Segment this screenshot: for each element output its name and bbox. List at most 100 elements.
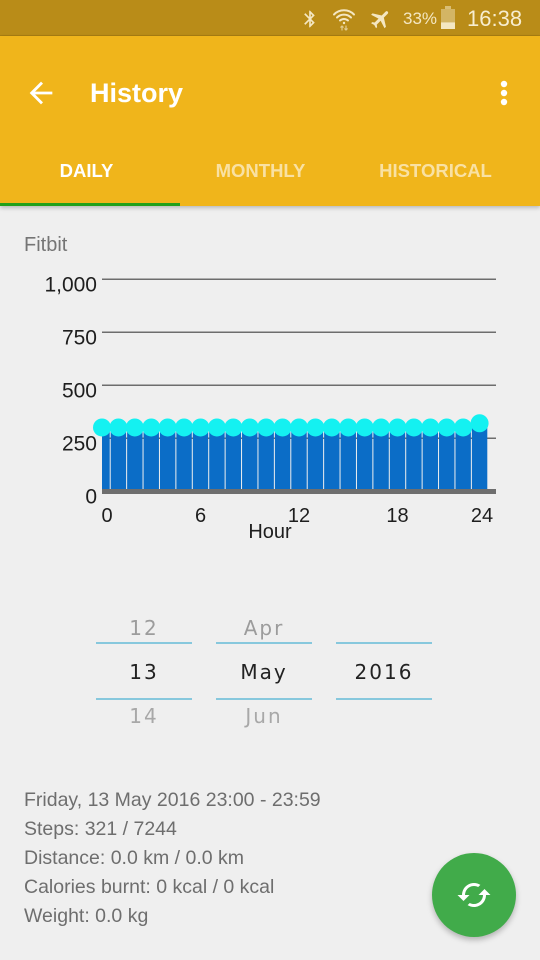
data-point [470, 414, 489, 433]
y-tick-label: 0 [85, 485, 97, 508]
data-point [109, 418, 128, 437]
day-current[interactable]: 13 [96, 660, 192, 684]
picker-divider [96, 642, 192, 644]
day-picker[interactable]: 12 13 14 [96, 608, 192, 736]
tab-indicator [0, 202, 180, 206]
data-point [273, 418, 292, 437]
picker-divider [336, 698, 432, 700]
x-axis [102, 489, 496, 494]
bar [356, 427, 373, 492]
y-tick-label: 750 [62, 326, 97, 349]
month-next[interactable]: Jun [216, 704, 312, 728]
x-tick-label: 6 [195, 505, 206, 527]
data-point [421, 418, 440, 437]
x-axis-label: Hour [248, 521, 292, 543]
data-point [306, 418, 325, 437]
chart-title: Fitbit [24, 234, 68, 256]
airplane-mode-icon [369, 7, 393, 31]
arrow-back-icon [24, 81, 58, 114]
x-axis-line [102, 489, 496, 494]
month-prev[interactable]: Apr [216, 616, 312, 640]
sync-button[interactable] [432, 853, 516, 937]
data-point [322, 418, 341, 437]
data-point [404, 418, 423, 437]
bar [258, 427, 274, 492]
detail-distance: Distance: 0.0 km / 0.0 km [24, 847, 244, 869]
data-point [207, 418, 226, 437]
data-point [290, 418, 308, 437]
battery-percent: 33% [403, 9, 438, 28]
bar [143, 427, 159, 492]
bluetooth-icon [300, 7, 320, 31]
bar [389, 427, 406, 492]
data-point [454, 418, 473, 437]
tab-monthly[interactable]: MONTHLY [173, 148, 348, 194]
page-title: History [90, 78, 184, 108]
data-point [224, 418, 243, 437]
data-point [372, 418, 391, 437]
bar [471, 423, 488, 492]
bar [192, 427, 209, 492]
bar [455, 427, 471, 492]
data-point [339, 418, 358, 437]
detail-steps: Steps: 321 / 7244 [24, 818, 177, 840]
bar [159, 427, 176, 492]
bar [324, 427, 340, 492]
picker-divider [216, 642, 312, 644]
y-tick-label: 500 [62, 379, 97, 402]
data-point [355, 418, 374, 437]
status-bar: 33% 16:38 [0, 0, 540, 36]
picker-divider [96, 698, 192, 700]
bar [422, 427, 439, 492]
activity-details: Friday, 13 May 2016 23:00 - 23:59 Steps:… [24, 786, 321, 931]
x-tick-label: 0 [101, 505, 112, 527]
overflow-menu-button[interactable] [490, 76, 518, 110]
data-point [158, 418, 177, 437]
year-picker[interactable]: 2016 [336, 608, 432, 736]
gridlines [102, 278, 496, 440]
app-bar: History DAILY MONTHLY HISTORICAL [0, 36, 540, 206]
data-point [191, 418, 210, 437]
month-picker[interactable]: Apr May Jun [216, 608, 312, 736]
data-point [125, 418, 144, 437]
bar [340, 427, 356, 492]
detail-weight: Weight: 0.0 kg [24, 905, 149, 927]
data-point [388, 418, 407, 437]
data-point [240, 418, 259, 437]
data-point [437, 418, 456, 437]
year-current[interactable]: 2016 [336, 660, 432, 684]
markers [93, 414, 489, 437]
data-point [175, 418, 194, 437]
month-current[interactable]: May [216, 660, 312, 684]
back-button[interactable] [24, 76, 58, 110]
more-vert-icon [490, 80, 518, 114]
picker-divider [336, 642, 432, 644]
day-next[interactable]: 14 [96, 704, 192, 728]
bar [307, 427, 324, 492]
clock: 16:38 [467, 6, 523, 31]
wifi-icon [332, 7, 356, 31]
data-point [142, 418, 161, 437]
bar [209, 427, 225, 492]
x-tick-label: 18 [386, 505, 408, 527]
bar [176, 427, 192, 492]
bar [373, 427, 389, 492]
day-prev[interactable]: 12 [96, 616, 192, 640]
tab-daily[interactable]: DAILY [0, 148, 173, 194]
y-tick-label: 250 [62, 432, 97, 455]
detail-date-range: Friday, 13 May 2016 23:00 - 23:59 [24, 789, 321, 811]
bar [242, 427, 258, 492]
bar [127, 427, 143, 492]
bar [291, 427, 307, 492]
bar [439, 427, 455, 492]
tab-historical[interactable]: HISTORICAL [348, 148, 523, 194]
battery-icon [440, 6, 456, 30]
bar [274, 427, 291, 492]
y-tick-label: 1,000 [44, 273, 97, 296]
x-tick-label: 24 [471, 505, 493, 527]
bar [225, 427, 242, 492]
picker-divider [216, 698, 312, 700]
data-point [257, 418, 276, 437]
detail-calories: Calories burnt: 0 kcal / 0 kcal [24, 876, 275, 898]
hourly-steps-chart: 02505007501,0000 6 12 18 24 Hour [44, 273, 496, 543]
